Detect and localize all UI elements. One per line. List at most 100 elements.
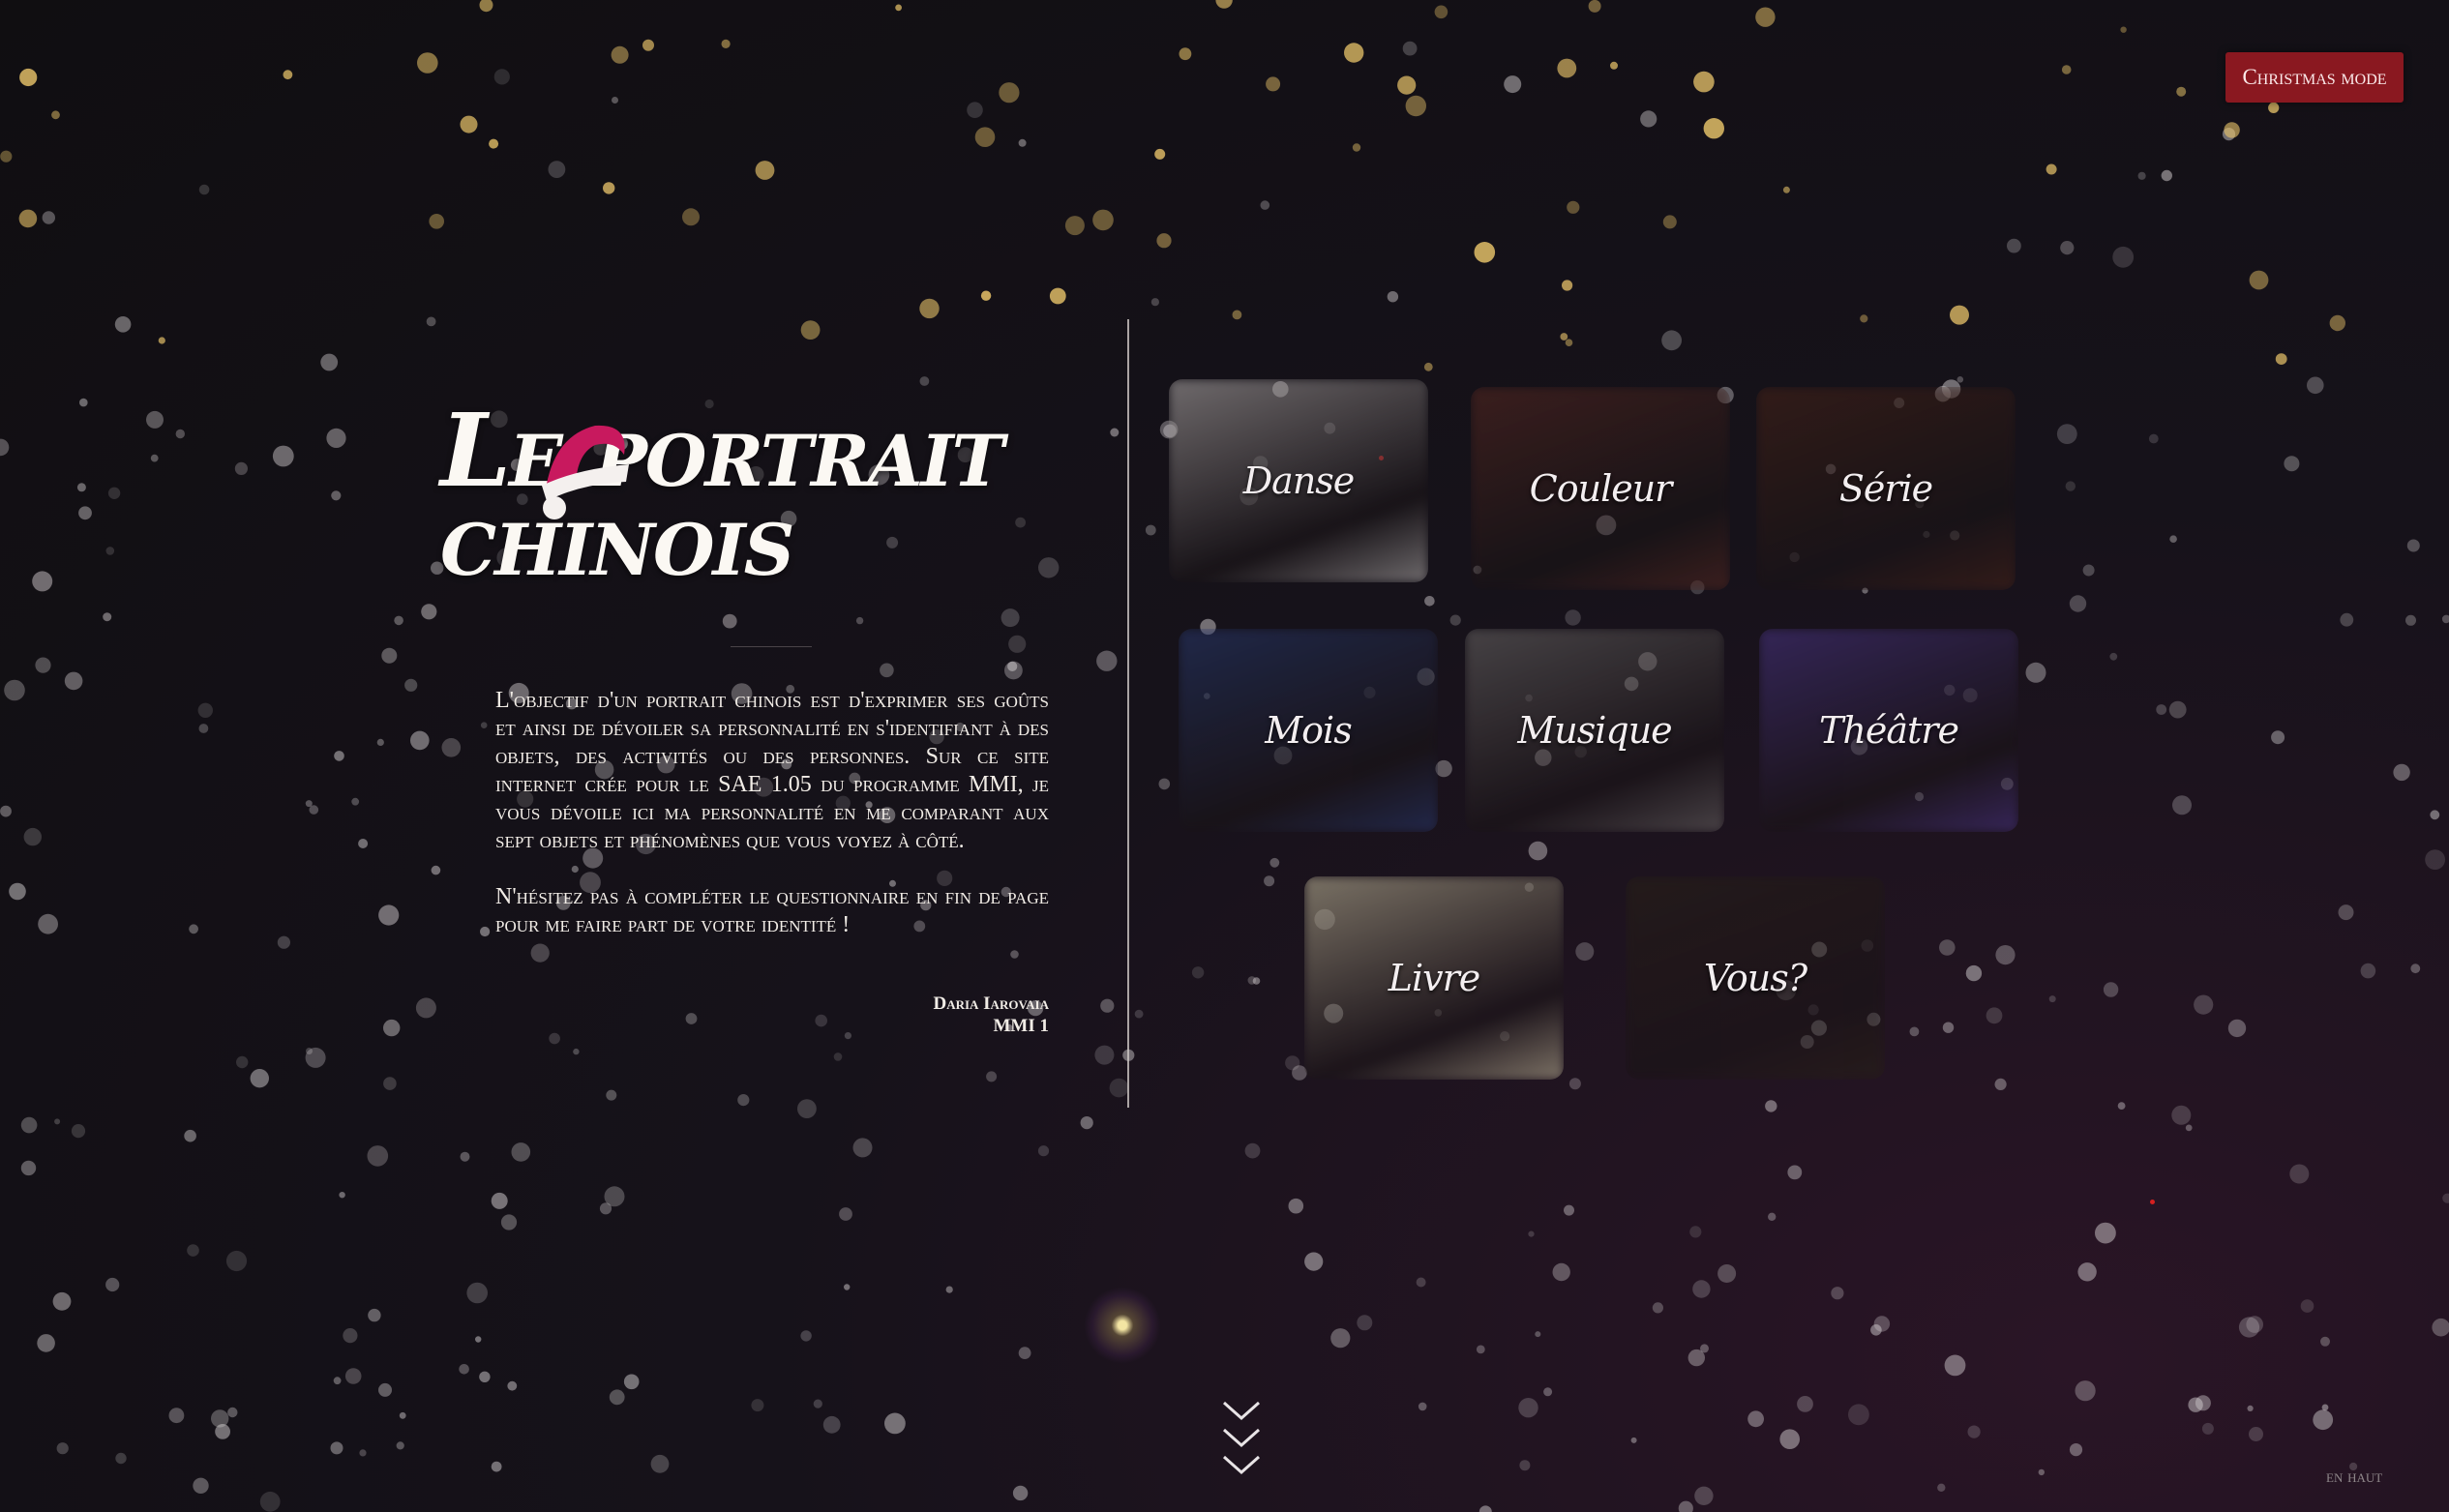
bokeh-dot — [1765, 1100, 1777, 1112]
bokeh-dot — [114, 316, 132, 333]
bokeh-dot — [399, 1411, 406, 1419]
divider — [731, 646, 812, 647]
bokeh-dot — [2161, 169, 2172, 182]
intro-paragraph-2: N'hésitez pas à compléter le questionnai… — [495, 884, 1049, 937]
bokeh-dot — [2112, 246, 2135, 268]
bokeh-dot — [475, 1336, 482, 1343]
bokeh-dot — [2007, 238, 2021, 253]
bokeh-dot — [1662, 215, 1677, 229]
bokeh-dot — [0, 805, 12, 817]
bokeh-dot — [1260, 200, 1270, 210]
bokeh-dot — [326, 428, 346, 448]
bokeh-dot — [1094, 1045, 1115, 1065]
bokeh-dot — [466, 1282, 489, 1304]
bokeh-dot — [2425, 849, 2446, 870]
back-to-top-link[interactable]: en haut — [2326, 1467, 2382, 1488]
bokeh-dot — [491, 1461, 502, 1472]
bokeh-dot — [1387, 291, 1399, 303]
bokeh-dot — [489, 138, 499, 149]
bokeh-dot — [198, 184, 210, 195]
bokeh-dot — [650, 1454, 670, 1473]
bokeh-dot — [1252, 977, 1261, 985]
bokeh-dot — [2275, 353, 2287, 365]
bokeh-dot — [1994, 1078, 2007, 1090]
bokeh-dot — [2120, 26, 2127, 33]
bokeh-dot — [2176, 86, 2187, 97]
scroll-down-chevrons-icon[interactable] — [1221, 1399, 1262, 1482]
bokeh-dot — [146, 410, 164, 429]
bokeh-dot — [78, 506, 92, 520]
bokeh-dot — [429, 214, 445, 229]
tile-danse[interactable]: Danse — [1169, 379, 1428, 582]
tile-musique[interactable]: Musique — [1465, 629, 1724, 832]
bokeh-dot — [20, 1160, 37, 1176]
bokeh-dot — [1588, 0, 1601, 13]
bokeh-dot — [1154, 148, 1166, 160]
bokeh-dot — [20, 1116, 38, 1134]
bokeh-dot — [1001, 608, 1020, 628]
bokeh-dot — [277, 935, 290, 949]
bokeh-dot — [2169, 535, 2177, 543]
bokeh-dot — [1018, 1347, 1031, 1359]
bokeh-dot — [1640, 110, 1658, 128]
bokeh-dot — [378, 904, 400, 926]
bokeh-dot — [344, 1368, 362, 1384]
bokeh-dot — [52, 1291, 72, 1311]
bokeh-dot — [604, 1186, 625, 1207]
bokeh-dot — [1564, 1204, 1574, 1216]
bokeh-dot — [2025, 662, 2046, 683]
bokeh-dot — [320, 353, 339, 371]
tile-vous[interactable]: Vous? — [1626, 876, 1885, 1080]
bokeh-dot — [1215, 0, 1233, 9]
bokeh-dot — [1565, 609, 1581, 626]
bokeh-dot — [1567, 200, 1580, 214]
bokeh-dot — [1565, 339, 1573, 347]
bokeh-dot — [548, 161, 566, 179]
bokeh-dot — [844, 1284, 851, 1290]
bokeh-dot — [1264, 875, 1275, 887]
bokeh-dot — [479, 0, 493, 13]
santa-hat-icon — [542, 425, 629, 519]
bokeh-dot — [1848, 1404, 1869, 1426]
tile-couleur[interactable]: Couleur — [1471, 387, 1730, 590]
tile-theatre[interactable]: Théâtre — [1759, 629, 2018, 832]
bokeh-dot — [1423, 362, 1433, 371]
bokeh-dot — [54, 1118, 61, 1125]
bokeh-dot — [1687, 1349, 1706, 1367]
bokeh-dot — [103, 612, 112, 622]
bokeh-dot — [2061, 65, 2072, 74]
bokeh-dot — [37, 1334, 55, 1352]
bokeh-dot — [945, 1286, 953, 1293]
bokeh-dot — [367, 1145, 389, 1167]
bokeh-dot — [1937, 1483, 1946, 1493]
bokeh-dot — [2247, 1405, 2254, 1411]
bokeh-dot — [2168, 700, 2187, 719]
bokeh-dot — [2441, 614, 2449, 624]
bokeh-dot — [250, 1069, 269, 1088]
bokeh-dot — [721, 39, 731, 49]
bokeh-dot — [193, 1477, 209, 1495]
bokeh-dot — [32, 571, 53, 592]
bokeh-dot — [334, 751, 344, 761]
author-name: Daria Iarovaia — [933, 993, 1049, 1014]
bokeh-dot — [1528, 841, 1548, 861]
bokeh-dot — [999, 82, 1020, 104]
bokeh-dot — [1689, 1226, 1702, 1238]
bokeh-dot — [1478, 1505, 1492, 1512]
christmas-mode-button[interactable]: Christmas mode — [2225, 52, 2404, 103]
bokeh-dot — [755, 161, 775, 180]
author-group: MMI 1 — [993, 1016, 1049, 1036]
tile-mois[interactable]: Mois — [1179, 629, 1438, 832]
tile-label: Danse — [1242, 460, 1356, 502]
bokeh-dot — [1967, 1425, 1981, 1438]
bokeh-dot — [1939, 939, 1956, 956]
tile-serie[interactable]: Série — [1756, 387, 2016, 590]
bokeh-dot — [1986, 1007, 2003, 1024]
bokeh-dot — [1870, 1324, 1882, 1336]
bokeh-dot — [56, 1442, 69, 1455]
bokeh-dot — [115, 1452, 127, 1465]
bokeh-dot — [833, 1052, 843, 1061]
bokeh-dot — [2201, 1422, 2214, 1435]
bokeh-dot — [2224, 122, 2240, 138]
tile-livre[interactable]: Livre — [1304, 876, 1564, 1080]
